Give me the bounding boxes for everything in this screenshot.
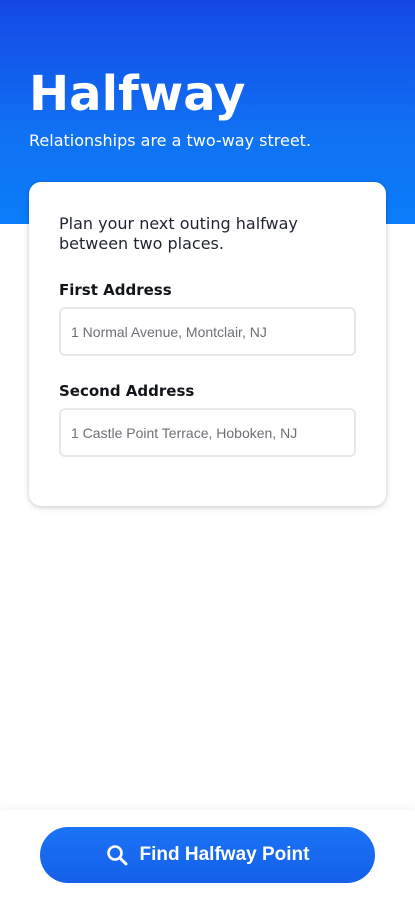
find-halfway-point-button[interactable]: Find Halfway Point — [40, 827, 375, 883]
second-address-label: Second Address — [59, 382, 195, 400]
find-button-label: Find Halfway Point — [139, 844, 310, 865]
app-title: Halfway — [29, 66, 246, 122]
app-tagline: Relationships are a two-way street. — [29, 131, 312, 150]
first-address-label: First Address — [59, 281, 172, 299]
second-address-input[interactable] — [59, 408, 356, 457]
bottom-action-bar: Find Halfway Point — [0, 810, 415, 899]
address-form-card: Plan your next outing halfway between tw… — [29, 182, 386, 506]
app-screen: Halfway Relationships are a two-way stre… — [0, 0, 415, 899]
search-icon — [106, 844, 128, 866]
first-address-input[interactable] — [59, 307, 356, 356]
form-intro-text: Plan your next outing halfway between tw… — [59, 214, 298, 253]
